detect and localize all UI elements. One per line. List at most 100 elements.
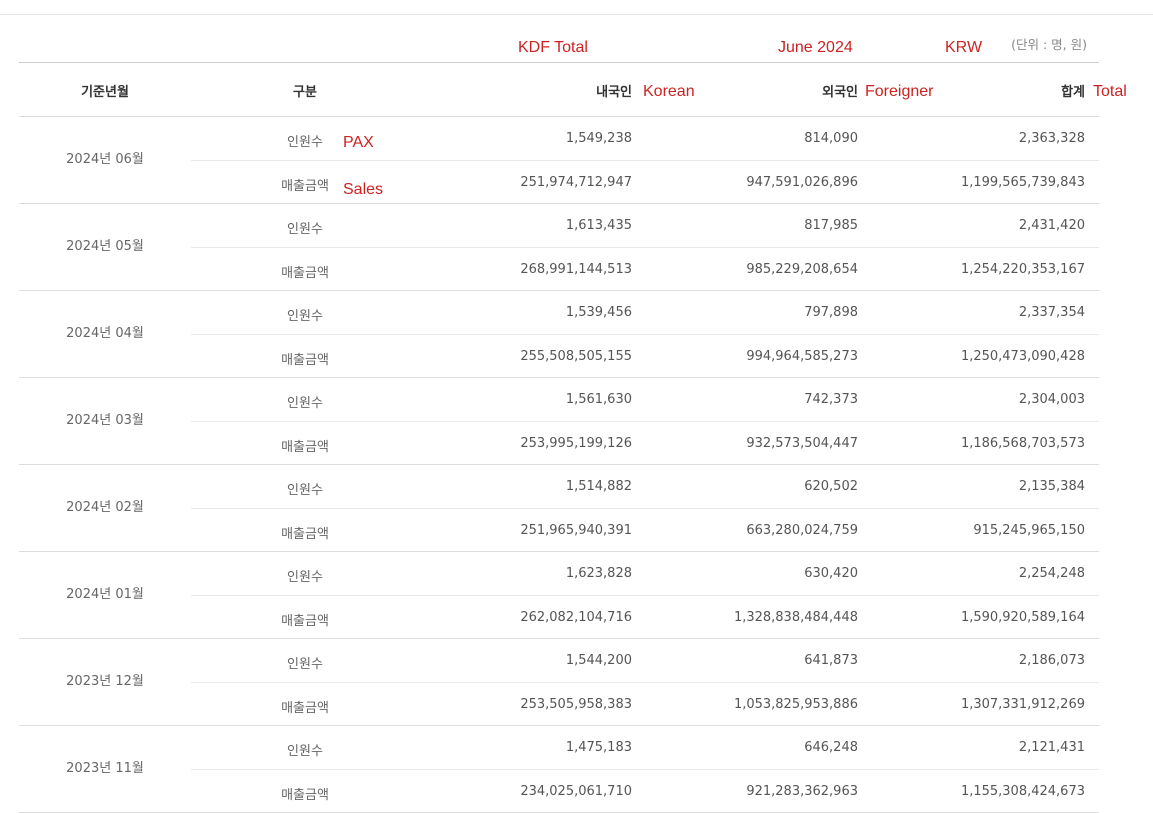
month-cell: 2023년 12월: [66, 674, 144, 689]
korean-value: 1,514,882: [565, 479, 632, 494]
total-value: 1,186,568,703,573: [960, 436, 1085, 451]
korean-value: 1,613,435: [565, 218, 632, 233]
total-value: 2,186,073: [1018, 653, 1085, 668]
korean-value: 1,623,828: [565, 566, 632, 581]
total-value: 2,431,420: [1018, 218, 1085, 233]
table-row-group: 2024년 02월 인원수 1,514,882 620,502 2,135,384 매출금…: [19, 465, 1099, 552]
table-row-sales: 매출금액 251,974,712,947 947,591,026,896 1,199,…: [191, 161, 1099, 204]
statistics-table: 기준년월 구분 내국인 외국인 합계 2024년 06월 인원수 1,549,238…: [19, 62, 1099, 813]
type-label-sales: 매출금액: [281, 353, 329, 368]
table-row-group: 2024년 04월 인원수 1,539,456 797,898 2,337,354 매출금…: [19, 291, 1099, 378]
table-row-sales: 매출금액 253,505,958,383 1,053,825,953,886 1,30…: [191, 683, 1099, 726]
table-row-sales: 매출금액 255,508,505,155 994,964,585,273 1,250,…: [191, 335, 1099, 378]
table-row-pax: 인원수 1,544,200 641,873 2,186,073: [191, 639, 1099, 683]
korean-value: 262,082,104,716: [520, 610, 632, 625]
month-cell: 2024년 05월: [66, 239, 144, 254]
table-row-sales: 매출금액 251,965,940,391 663,280,024,759 915,24…: [191, 509, 1099, 552]
foreigner-value: 1,328,838,484,448: [733, 610, 858, 625]
header-foreigner: 외국인: [822, 85, 858, 100]
type-label-sales: 매출금액: [281, 440, 329, 455]
total-value: 1,199,565,739,843: [960, 175, 1085, 190]
foreigner-value: 641,873: [804, 653, 858, 668]
table-header: 기준년월 구분 내국인 외국인 합계: [19, 63, 1099, 117]
korean-value: 1,475,183: [565, 740, 632, 755]
table-row-pax: 인원수 1,549,238 814,090 2,363,328: [191, 117, 1099, 161]
total-value: 2,254,248: [1018, 566, 1085, 581]
type-label-sales: 매출금액: [281, 179, 329, 194]
foreigner-value: 797,898: [804, 305, 858, 320]
annotation-kdf-total: KDF Total: [518, 39, 588, 56]
month-cell: 2024년 04월: [66, 326, 144, 341]
korean-value: 255,508,505,155: [520, 349, 632, 364]
table-row-sales: 매출금액 234,025,061,710 921,283,362,963 1,155,…: [191, 770, 1099, 813]
table-row-group: 2023년 11월 인원수 1,475,183 646,248 2,121,431 매출금…: [19, 726, 1099, 813]
korean-value: 234,025,061,710: [520, 784, 632, 799]
foreigner-value: 921,283,362,963: [746, 784, 858, 799]
foreigner-value: 814,090: [804, 131, 858, 146]
table-row-group: 2023년 12월 인원수 1,544,200 641,873 2,186,073 매출금…: [19, 639, 1099, 726]
type-label-sales: 매출금액: [281, 527, 329, 542]
table-body: 2024년 06월 인원수 1,549,238 814,090 2,363,328 매출금…: [19, 117, 1099, 813]
foreigner-value: 663,280,024,759: [746, 523, 858, 538]
type-label-pax: 인원수: [287, 570, 323, 585]
month-cell: 2024년 02월: [66, 500, 144, 515]
total-value: 1,307,331,912,269: [960, 697, 1085, 712]
total-value: 2,304,003: [1018, 392, 1085, 407]
korean-value: 1,561,630: [565, 392, 632, 407]
total-value: 1,590,920,589,164: [960, 610, 1085, 625]
unit-note: (단위 : 명, 원): [1011, 37, 1087, 52]
table-row-pax: 인원수 1,514,882 620,502 2,135,384: [191, 465, 1099, 509]
total-value: 1,250,473,090,428: [960, 349, 1085, 364]
korean-value: 268,991,144,513: [520, 262, 632, 277]
month-cell: 2024년 01월: [66, 587, 144, 602]
foreigner-value: 932,573,504,447: [746, 436, 858, 451]
korean-value: 1,549,238: [565, 131, 632, 146]
total-value: 915,245,965,150: [973, 523, 1085, 538]
foreigner-value: 630,420: [804, 566, 858, 581]
type-label-sales: 매출금액: [281, 788, 329, 803]
total-value: 2,121,431: [1018, 740, 1085, 755]
table-row-pax: 인원수 1,561,630 742,373 2,304,003: [191, 378, 1099, 422]
foreigner-value: 817,985: [804, 218, 858, 233]
foreigner-value: 947,591,026,896: [746, 175, 858, 190]
type-label-sales: 매출금액: [281, 266, 329, 281]
table-row-pax: 인원수 1,475,183 646,248 2,121,431: [191, 726, 1099, 770]
table-row-sales: 매출금액 262,082,104,716 1,328,838,484,448 1,59…: [191, 596, 1099, 639]
korean-value: 253,505,958,383: [520, 697, 632, 712]
type-label-pax: 인원수: [287, 657, 323, 672]
korean-value: 1,539,456: [565, 305, 632, 320]
type-label-sales: 매출금액: [281, 701, 329, 716]
korean-value: 251,974,712,947: [520, 175, 632, 190]
table-row-pax: 인원수 1,613,435 817,985 2,431,420: [191, 204, 1099, 248]
top-divider: [0, 14, 1153, 15]
total-value: 2,363,328: [1018, 131, 1085, 146]
header-korean: 내국인: [596, 85, 632, 100]
total-value: 2,337,354: [1018, 305, 1085, 320]
total-value: 2,135,384: [1018, 479, 1085, 494]
table-row-pax: 인원수 1,623,828 630,420 2,254,248: [191, 552, 1099, 596]
type-label-pax: 인원수: [287, 135, 323, 150]
korean-value: 251,965,940,391: [520, 523, 632, 538]
table-row-sales: 매출금액 253,995,199,126 932,573,504,447 1,186,…: [191, 422, 1099, 465]
header-type: 구분: [293, 85, 317, 100]
table-row-group: 2024년 03월 인원수 1,561,630 742,373 2,304,003 매출금…: [19, 378, 1099, 465]
type-label-pax: 인원수: [287, 222, 323, 237]
foreigner-value: 620,502: [804, 479, 858, 494]
month-cell: 2023년 11월: [66, 761, 144, 776]
table-row-group: 2024년 01월 인원수 1,623,828 630,420 2,254,248 매출금…: [19, 552, 1099, 639]
foreigner-value: 1,053,825,953,886: [733, 697, 858, 712]
total-value: 1,254,220,353,167: [960, 262, 1085, 277]
foreigner-value: 985,229,208,654: [746, 262, 858, 277]
annotation-period: June 2024: [778, 39, 853, 56]
type-label-pax: 인원수: [287, 744, 323, 759]
header-total: 합계: [1061, 85, 1085, 100]
month-cell: 2024년 06월: [66, 152, 144, 167]
annotation-currency: KRW: [945, 39, 983, 56]
korean-value: 253,995,199,126: [520, 436, 632, 451]
type-label-pax: 인원수: [287, 483, 323, 498]
type-label-pax: 인원수: [287, 309, 323, 324]
table-row-pax: 인원수 1,539,456 797,898 2,337,354: [191, 291, 1099, 335]
type-label-pax: 인원수: [287, 396, 323, 411]
korean-value: 1,544,200: [565, 653, 632, 668]
table-row-group: 2024년 05월 인원수 1,613,435 817,985 2,431,420 매출금…: [19, 204, 1099, 291]
